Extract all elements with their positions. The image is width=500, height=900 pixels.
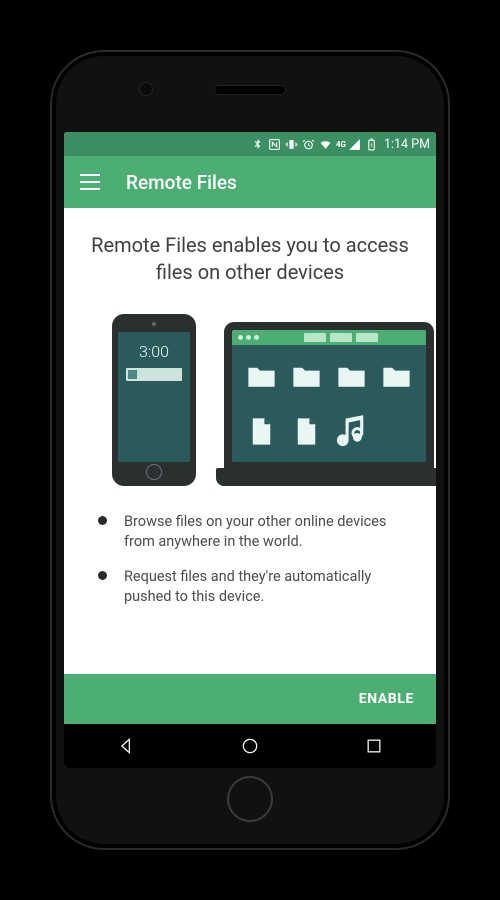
file-icon bbox=[244, 409, 279, 454]
back-icon[interactable] bbox=[116, 736, 136, 756]
list-item: Request files and they're automatically … bbox=[94, 567, 408, 606]
android-nav-bar bbox=[64, 724, 436, 768]
status-bar: 4G 1:14 PM bbox=[64, 132, 436, 156]
folder-icon bbox=[289, 354, 324, 399]
app-bar-title: Remote Files bbox=[126, 171, 237, 194]
enable-button[interactable]: ENABLE bbox=[359, 691, 414, 707]
file-icon bbox=[289, 409, 324, 454]
home-icon[interactable] bbox=[240, 736, 260, 756]
clock-label: 1:14 PM bbox=[384, 137, 430, 152]
music-icon bbox=[334, 409, 369, 454]
folder-icon bbox=[334, 354, 369, 399]
hero-illustration: 3:00 bbox=[64, 306, 436, 486]
folder-icon bbox=[244, 354, 279, 399]
main-content: Remote Files enables you to access files… bbox=[64, 208, 436, 674]
feature-list: Browse files on your other online device… bbox=[86, 512, 414, 622]
app-bar: Remote Files bbox=[64, 156, 436, 208]
page-headline: Remote Files enables you to access files… bbox=[86, 232, 414, 286]
menu-icon[interactable] bbox=[80, 174, 100, 190]
wifi-icon bbox=[319, 138, 332, 151]
illustration-clock: 3:00 bbox=[118, 342, 190, 361]
illustration-laptop bbox=[224, 322, 436, 486]
nfc-icon bbox=[268, 138, 281, 151]
alarm-icon bbox=[302, 138, 315, 151]
device-frame: 4G 1:14 PM Remote Files Remote Files ena… bbox=[50, 50, 450, 850]
illustration-phone: 3:00 bbox=[112, 314, 196, 486]
bottom-bar: ENABLE bbox=[64, 674, 436, 724]
network-type-label: 4G bbox=[336, 140, 346, 149]
recents-icon[interactable] bbox=[364, 736, 384, 756]
list-item: Browse files on your other online device… bbox=[94, 512, 408, 551]
folder-icon bbox=[379, 354, 414, 399]
signal-icon bbox=[348, 138, 361, 151]
vibrate-icon bbox=[285, 138, 298, 151]
battery-icon bbox=[365, 138, 378, 151]
bluetooth-icon bbox=[251, 138, 264, 151]
